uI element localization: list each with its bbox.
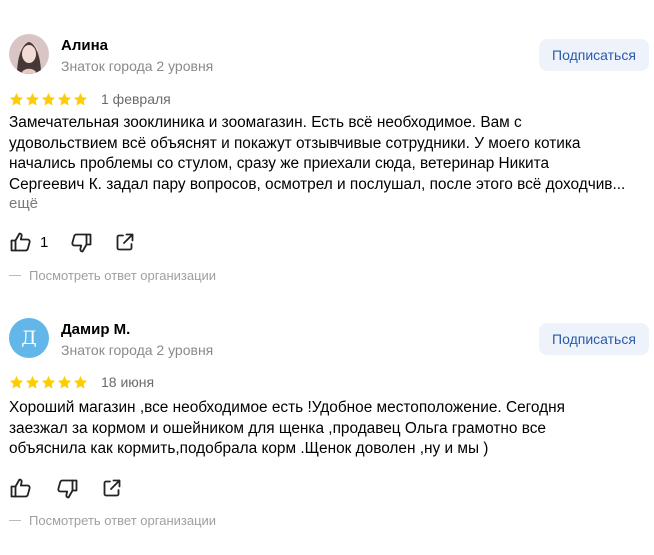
review-text-line: Сергеевич К. задал пару вопросов, осмотр… [9,175,626,193]
review-text-line: удовольствием всё объяснят и покажут отз… [9,134,581,152]
avatar[interactable]: Д [9,318,49,358]
like-button[interactable]: 1 [10,232,48,252]
thumb-down-icon [57,479,78,499]
like-count: 1 [40,233,49,251]
rating-stars [9,375,88,390]
org-reply-link[interactable]: Посмотреть ответ организации [9,268,216,283]
author-name[interactable]: Алина [61,37,108,54]
review-text-line: заезжал за кормом и ошейником для щенка … [9,419,546,437]
star-icon [9,92,24,106]
star-icon [57,92,72,106]
avatar-photo-icon [9,34,49,74]
dislike-button[interactable] [56,479,78,499]
author-level: Знаток города 2 уровня [61,342,214,358]
like-button[interactable] [10,478,32,498]
review-card: Алина Знаток города 2 уровня Подписаться… [0,0,654,300]
star-icon [25,375,40,389]
star-icon [73,375,88,389]
share-button[interactable] [116,233,134,251]
review-text: Замечательная зооклиника и зоомагазин. Е… [9,113,649,195]
subscribe-button[interactable]: Подписаться [539,39,649,71]
subscribe-button[interactable]: Подписаться [539,323,649,355]
star-icon [73,92,88,106]
org-reply-label: Посмотреть ответ организации [29,513,217,528]
review-text-line: начались проблемы со стулом, сразу же пр… [9,155,550,172]
share-icon [103,479,121,497]
review-text-line: Хороший магазин ,все необходимое есть !У… [9,399,565,416]
review-text: Хороший магазин ,все необходимое есть !У… [9,398,649,460]
author-name[interactable]: Дамир М. [61,321,130,338]
star-icon [25,92,40,106]
avatar[interactable] [9,34,49,74]
divider-dash [9,520,21,521]
thumb-up-icon [10,478,31,498]
star-icon [57,375,72,389]
review-date: 18 июня [101,374,155,390]
org-reply-link[interactable]: Посмотреть ответ организации [9,513,216,528]
dislike-button[interactable] [70,233,92,253]
thumb-down-icon [71,233,92,253]
thumb-up-icon [10,232,31,252]
star-icon [9,375,24,389]
star-icon [41,375,56,389]
review-date: 1 февраля [101,91,171,107]
star-icon [41,92,56,106]
rating-stars [9,92,88,107]
review-text-line: Замечательная зооклиника и зоомагазин. Е… [9,114,522,131]
review-text-line: объяснила как кормить,подобрала корм .Ще… [9,440,489,457]
org-reply-label: Посмотреть ответ организации [29,268,217,283]
share-icon [116,233,134,251]
divider-dash [9,275,21,276]
author-level: Знаток города 2 уровня [61,58,214,74]
more-link[interactable]: ещё [9,195,38,212]
share-button[interactable] [103,479,121,497]
